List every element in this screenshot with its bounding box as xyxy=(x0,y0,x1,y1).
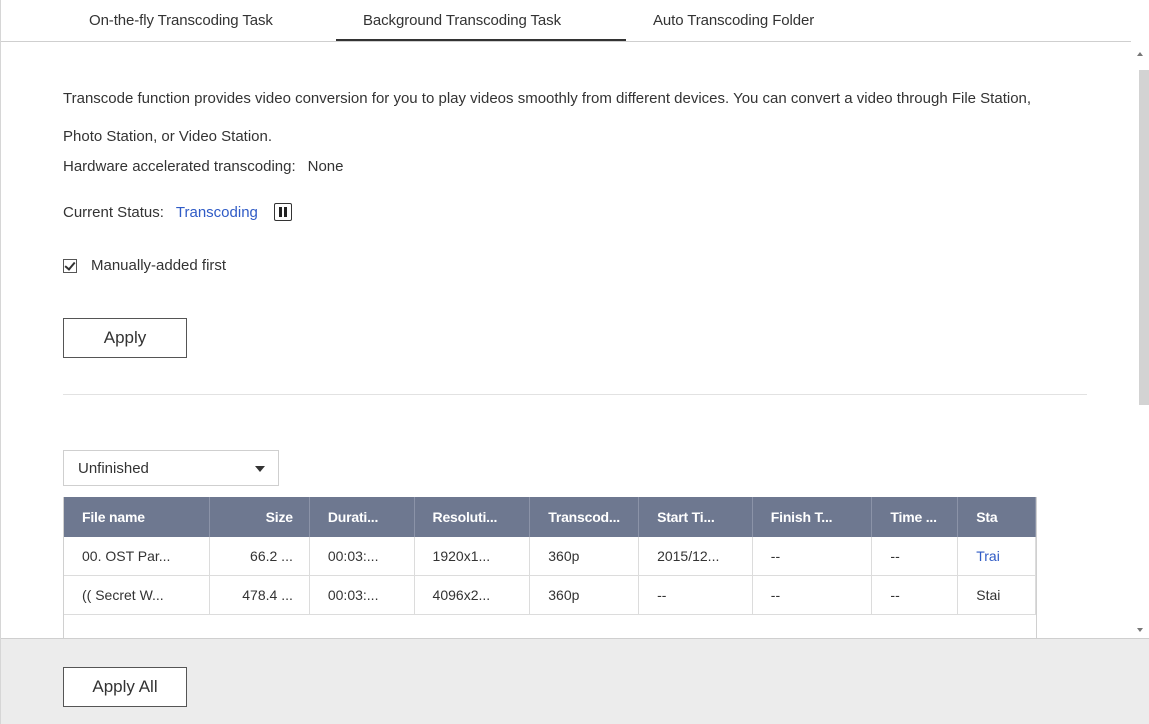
cell-start-time: -- xyxy=(638,575,753,615)
chevron-down-icon xyxy=(255,466,265,472)
current-status-row: Current Status: Transcoding xyxy=(63,203,292,221)
scroll-up-icon[interactable] xyxy=(1137,52,1143,56)
col-finish-time[interactable]: Finish T... xyxy=(752,497,873,537)
cell-size: 478.4 ... xyxy=(209,575,310,615)
cell-finish-time: -- xyxy=(752,575,873,615)
cell-transcode: 360p xyxy=(529,537,640,576)
tab-on-the-fly[interactable]: On-the-fly Transcoding Task xyxy=(89,12,273,29)
cell-transcode: 360p xyxy=(529,575,640,615)
cell-duration: 00:03:... xyxy=(309,537,415,576)
col-start-time[interactable]: Start Ti... xyxy=(638,497,753,537)
cell-time: -- xyxy=(871,537,959,576)
cell-duration: 00:03:... xyxy=(309,575,415,615)
cell-status-link[interactable]: Trai xyxy=(957,537,1036,576)
cell-time: -- xyxy=(871,575,959,615)
table-header-row: File name Size Durati... Resoluti... Tra… xyxy=(64,497,1036,537)
cell-finish-time: -- xyxy=(752,537,873,576)
cell-resolution: 1920x1... xyxy=(414,537,531,576)
apply-button[interactable]: Apply xyxy=(63,318,187,358)
col-status[interactable]: Sta xyxy=(957,497,1036,537)
status-value-link[interactable]: Transcoding xyxy=(176,204,258,221)
status-label: Current Status: xyxy=(63,203,164,221)
table-row[interactable]: (( Secret W... 478.4 ... 00:03:... 4096x… xyxy=(64,575,1036,615)
hardware-acceleration-row: Hardware accelerated transcoding: None xyxy=(63,158,343,175)
table-row[interactable]: 00. OST Par... 66.2 ... 00:03:... 1920x1… xyxy=(64,537,1036,576)
col-time[interactable]: Time ... xyxy=(871,497,959,537)
cell-size: 66.2 ... xyxy=(209,537,310,576)
task-filter-value: Unfinished xyxy=(78,459,149,477)
section-divider xyxy=(63,394,1087,395)
scroll-down-icon[interactable] xyxy=(1137,628,1143,632)
hardware-label: Hardware accelerated transcoding: xyxy=(63,158,296,175)
footer-bar: Apply All xyxy=(1,638,1149,724)
cell-file-name: 00. OST Par... xyxy=(64,537,211,576)
table-row-empty xyxy=(64,614,1036,638)
vertical-scrollbar[interactable] xyxy=(1131,42,1149,638)
transcoding-panel: On-the-fly Transcoding Task Background T… xyxy=(0,0,1149,724)
manual-first-checkbox[interactable] xyxy=(63,258,77,273)
cell-status: Stai xyxy=(957,575,1036,615)
manual-first-option: Manually-added first xyxy=(63,257,226,274)
col-size[interactable]: Size xyxy=(209,497,310,537)
scrollbar-thumb[interactable] xyxy=(1139,70,1149,405)
tab-auto-folder[interactable]: Auto Transcoding Folder xyxy=(653,12,814,29)
col-resolution[interactable]: Resoluti... xyxy=(414,497,531,537)
col-duration[interactable]: Durati... xyxy=(309,497,415,537)
col-file-name[interactable]: File name xyxy=(64,497,211,537)
tab-background[interactable]: Background Transcoding Task xyxy=(363,12,561,29)
task-filter-dropdown[interactable]: Unfinished xyxy=(63,450,279,486)
tab-bar: On-the-fly Transcoding Task Background T… xyxy=(1,0,1131,42)
manual-first-label: Manually-added first xyxy=(91,257,227,274)
tab-content: Transcode function provides video conver… xyxy=(1,42,1131,638)
cell-start-time: 2015/12... xyxy=(638,537,753,576)
description-text: Transcode function provides video conver… xyxy=(63,90,1032,145)
cell-resolution: 4096x2... xyxy=(414,575,531,615)
apply-all-button[interactable]: Apply All xyxy=(63,667,187,707)
col-transcode[interactable]: Transcod... xyxy=(529,497,640,537)
cell-file-name: (( Secret W... xyxy=(64,575,211,615)
pause-icon[interactable] xyxy=(273,203,292,221)
hardware-value: None xyxy=(307,158,344,175)
task-table: File name Size Durati... Resoluti... Tra… xyxy=(63,497,1037,638)
